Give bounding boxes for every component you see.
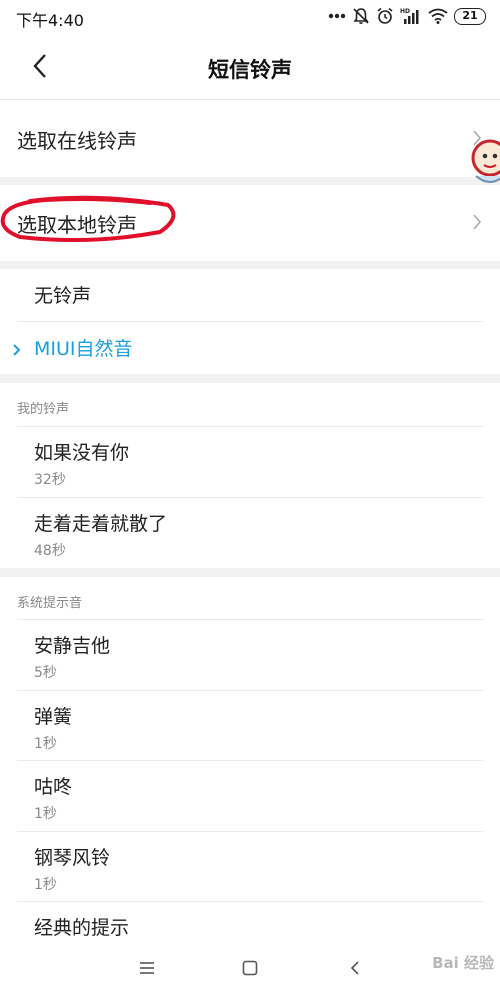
- hd-signal-icon: HD: [400, 7, 422, 25]
- tone-item[interactable]: 钢琴风铃 1秒: [0, 832, 500, 902]
- tone-item[interactable]: 安静吉他 5秒: [0, 620, 500, 690]
- section-gap: [0, 177, 500, 185]
- tone-duration: 1秒: [34, 806, 57, 822]
- header: 短信铃声: [0, 34, 500, 100]
- tone-duration: 1秒: [34, 736, 57, 752]
- entry-label: 选取本地铃声: [17, 213, 137, 237]
- option-no-ringtone[interactable]: 无铃声: [0, 269, 500, 321]
- status-icons: HD 21: [328, 5, 486, 27]
- menu-icon[interactable]: [139, 960, 155, 979]
- back-icon[interactable]: [349, 960, 361, 980]
- ringtone-duration: 48秒: [34, 543, 66, 559]
- selected-chevron-icon: [12, 342, 22, 361]
- section-header-system-tones: 系统提示音: [0, 577, 500, 621]
- alarm-icon: [376, 7, 394, 25]
- home-icon[interactable]: [242, 960, 258, 980]
- tone-duration: 1秒: [34, 877, 57, 893]
- battery-icon: 21: [454, 7, 486, 25]
- status-bar: 下午4:40 HD 21: [0, 0, 500, 34]
- page-title: 短信铃声: [208, 58, 292, 82]
- svg-text:HD: HD: [400, 8, 410, 15]
- ringtone-item[interactable]: 如果没有你 32秒: [0, 427, 500, 497]
- tone-name: 钢琴风铃: [34, 847, 111, 869]
- section-header-my-ringtones: 我的铃声: [0, 383, 500, 427]
- select-local-ringtone[interactable]: 选取本地铃声: [0, 185, 500, 261]
- option-label: MIUI自然音: [34, 338, 133, 360]
- watermark: Bai 经验: [432, 954, 494, 972]
- mute-icon: [352, 7, 370, 25]
- section-gap: [0, 568, 500, 577]
- section-title: 系统提示音: [17, 596, 83, 611]
- ringtone-name: 走着走着就散了: [34, 513, 168, 535]
- select-online-ringtone[interactable]: 选取在线铃声: [0, 101, 500, 177]
- option-label: 无铃声: [34, 285, 92, 307]
- tone-item[interactable]: 弹簧 1秒: [0, 691, 500, 761]
- ringtone-item[interactable]: 走着走着就散了 48秒: [0, 498, 500, 568]
- tone-item[interactable]: 咕咚 1秒: [0, 761, 500, 831]
- section-gap: [0, 261, 500, 269]
- tone-name: 安静吉他: [34, 635, 111, 657]
- chevron-right-icon: [472, 213, 482, 235]
- status-time: 下午4:40: [16, 11, 84, 30]
- more-icon: [328, 12, 346, 20]
- navigation-bar: [0, 940, 500, 1000]
- ringtone-duration: 32秒: [34, 472, 66, 488]
- mascot-icon: [471, 139, 500, 183]
- option-miui-natural[interactable]: MIUI自然音: [0, 322, 500, 374]
- wifi-icon: [428, 8, 448, 24]
- section-gap: [0, 374, 500, 383]
- tone-name: 经典的提示: [34, 917, 130, 939]
- entry-label: 选取在线铃声: [17, 129, 137, 153]
- tone-name: 咕咚: [34, 776, 73, 798]
- section-title: 我的铃声: [17, 402, 70, 417]
- ringtone-name: 如果没有你: [34, 442, 130, 464]
- tone-duration: 5秒: [34, 665, 57, 681]
- tone-name: 弹簧: [34, 706, 73, 728]
